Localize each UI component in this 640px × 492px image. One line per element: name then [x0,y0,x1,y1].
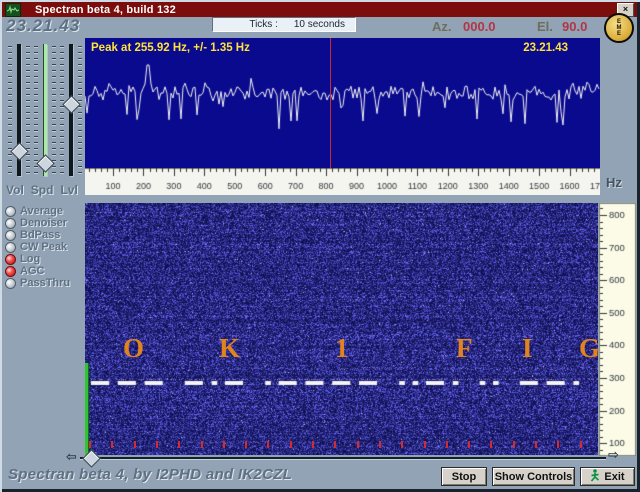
option-label: Denoiser [20,217,67,229]
slider-ticks [34,46,38,174]
spectran-window: Spectran beta 4, build 132 × 23.21.43 Ti… [0,0,640,492]
waterfall-display[interactable]: O K 1 F I G [85,203,598,455]
time-tick [111,441,113,448]
time-tick [401,441,403,448]
option-agc[interactable]: AGC [5,265,85,277]
scroll-left-icon[interactable]: ⇦ [66,451,77,464]
time-tick [446,441,448,448]
time-tick [424,441,426,448]
main-clock: 23.21.43 [6,16,80,36]
time-tick [580,441,582,448]
time-tick [357,441,359,448]
lvl-label: Lvl [60,183,77,197]
option-average[interactable]: Average [5,205,85,217]
elevation-label: El. [537,19,553,34]
led-indicator [5,218,16,229]
eme-badge-icon: EME [604,13,634,43]
time-tick [245,441,247,448]
time-tick [468,441,470,448]
option-cw-peak[interactable]: CW Peak [5,241,85,253]
time-tick [201,441,203,448]
azimuth-value: 000.0 [463,19,496,34]
dsp-options: AverageDenoiserBdPassCW PeakLogAGCPassTh… [5,205,85,289]
option-denoiser[interactable]: Denoiser [5,217,85,229]
show-controls-label: Show Controls [495,471,573,483]
title-bar[interactable]: Spectran beta 4, build 132 × [2,2,637,17]
spectrum-trace [85,38,600,168]
callsign-letter: F [456,333,473,364]
spectrum-clock: 23.21.43 [523,42,568,54]
time-tick [178,441,180,448]
led-indicator [5,266,16,277]
callsign-letter: O [123,333,144,364]
azimuth-label: Az. [432,19,452,34]
time-tick [134,441,136,448]
ticks-value: 10 seconds [294,19,345,30]
slider-ticks [26,46,30,174]
slider-ticks [8,46,12,174]
time-tick [334,441,336,448]
mixer-sliders [8,44,80,178]
slider-ticks [78,46,82,174]
stop-button-label: Stop [452,471,476,483]
time-tick [223,441,225,448]
slider-vol[interactable] [8,44,30,176]
option-label: BdPass [20,229,60,241]
time-tick [557,441,559,448]
slider-lvl[interactable] [60,44,82,176]
callsign-letter: 1 [335,333,349,364]
option-bdpass[interactable]: BdPass [5,229,85,241]
hz-unit-label: Hz [606,175,622,190]
scroll-right-icon[interactable]: ⇨ [608,449,619,462]
exit-button[interactable]: Exit [580,467,635,486]
scrollbar-track[interactable] [80,457,606,459]
led-indicator [5,278,16,289]
waterfall-noise [85,203,598,455]
spd-label: Spd [31,183,54,197]
time-tick [267,441,269,448]
option-passthru[interactable]: PassThru [5,277,85,289]
option-log[interactable]: Log [5,253,85,265]
time-tick [513,441,515,448]
show-controls-button[interactable]: Show Controls [492,467,575,486]
exit-man-icon [590,469,600,485]
ticks-label: Ticks : [249,19,278,30]
callsign-letter: K [219,333,240,364]
slider-ticks [52,46,56,174]
callsign-letter: G [579,333,600,364]
spectrum-display[interactable]: Peak at 255.92 Hz, +/- 1.35 Hz 23.21.43 [85,38,600,168]
mixer-caption: Vol Spd Lvl [6,183,82,197]
slider-spd[interactable] [34,44,56,176]
app-icon [5,3,21,17]
led-indicator [5,242,16,253]
elevation-value: 90.0 [562,19,587,34]
option-label: PassThru [20,277,70,289]
option-label: Log [20,253,40,265]
time-tick [89,441,91,448]
led-indicator [5,254,16,265]
window-title: Spectran beta 4, build 132 [35,4,176,16]
vol-label: Vol [6,183,24,197]
time-tick [490,441,492,448]
time-tick [535,441,537,448]
callsign-letter: I [522,333,533,364]
vertical-frequency-scale [599,203,636,456]
led-indicator [5,206,16,217]
ticks-readout: Ticks : 10 seconds [212,17,356,32]
time-tick [156,441,158,448]
exit-button-label: Exit [604,471,624,483]
option-label: CW Peak [20,241,67,253]
stop-button[interactable]: Stop [441,467,487,486]
frequency-cursor [330,38,331,168]
time-tick [312,441,314,448]
frequency-scale [85,168,600,195]
option-label: Average [20,205,63,217]
option-label: AGC [20,265,44,277]
time-tick [290,441,292,448]
time-tick [379,441,381,448]
peak-readout: Peak at 255.92 Hz, +/- 1.35 Hz [91,42,250,54]
led-indicator [5,230,16,241]
slider-ticks [60,46,64,174]
credit-text: Spectran beta 4, by I2PHD and IK2CZL [8,466,292,483]
